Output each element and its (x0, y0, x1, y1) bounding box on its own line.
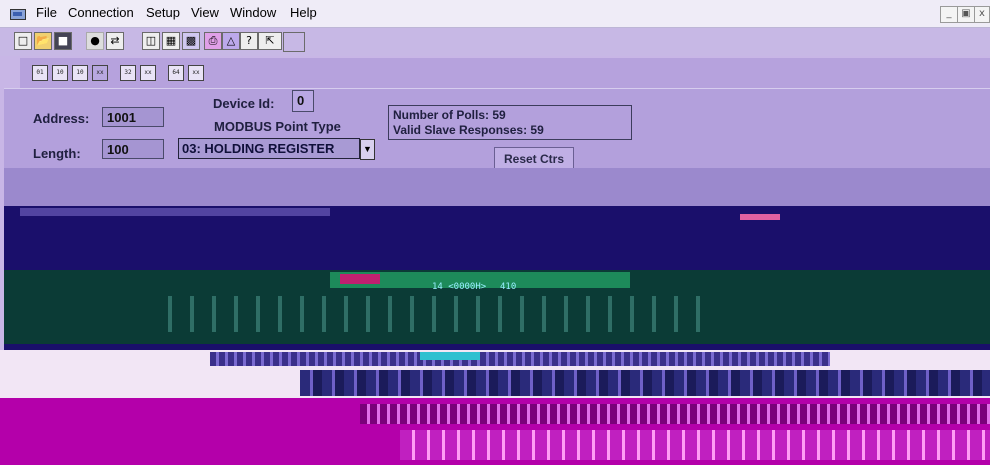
glitch-strip (20, 208, 330, 216)
menu-view[interactable]: View (191, 5, 219, 20)
glitch-strip (420, 352, 480, 360)
context-help-icon[interactable]: ⇱ (258, 32, 282, 50)
function-code-bar: 01 10 10 xx 32 xx 64 xx (20, 58, 990, 88)
length-label: Length: (33, 146, 81, 161)
help-icon[interactable]: ? (240, 32, 258, 50)
print-icon[interactable]: ⎙ (204, 32, 222, 50)
menu-setup[interactable]: Setup (146, 5, 180, 20)
poll-stats-box: Number of Polls: 59 Valid Slave Response… (388, 105, 632, 140)
app-icon[interactable] (10, 9, 26, 20)
glitch-strip (740, 214, 780, 220)
fc02-icon[interactable]: 10 (52, 65, 68, 81)
length-field[interactable]: 100 (102, 139, 164, 159)
fc16-icon[interactable]: xx (188, 65, 204, 81)
fc06-icon[interactable]: xx (140, 65, 156, 81)
save-icon[interactable]: ■ (54, 32, 72, 50)
menu-file[interactable]: File (36, 5, 57, 20)
data-fragment: 14 <0000H> (432, 282, 487, 292)
display-window-icon[interactable]: ◫ (142, 32, 160, 50)
chart-icon[interactable]: △ (222, 32, 240, 50)
point-type-label: MODBUS Point Type (214, 119, 341, 134)
minimize-button[interactable]: _ (940, 6, 958, 23)
glitch-strip (300, 370, 990, 396)
valid-responses: Valid Slave Responses: 59 (393, 123, 544, 137)
menu-window[interactable]: Window (230, 5, 276, 20)
glitch-strip (400, 430, 990, 460)
toolbar: □ 📂 ■ ● ⇄ ◫ ▦ ▩ ⎙ △ ? ⇱ (0, 28, 990, 56)
fc01-icon[interactable]: 01 (32, 65, 48, 81)
fc05-icon[interactable]: 32 (120, 65, 136, 81)
monitor-icon[interactable]: ▩ (182, 32, 200, 50)
glitch-strip (360, 404, 990, 424)
fc04-icon[interactable]: xx (92, 65, 108, 81)
point-type-select[interactable]: 03: HOLDING REGISTER (178, 138, 360, 159)
connect-icon[interactable]: ● (86, 32, 104, 50)
toolbar-spacer (283, 32, 305, 52)
number-of-polls: Number of Polls: 59 (393, 108, 506, 122)
menu-bar: File Connection Setup View Window Help _… (0, 0, 990, 28)
fc03-icon[interactable]: 10 (72, 65, 88, 81)
panel-footer (4, 168, 990, 206)
restore-button[interactable]: ▣ (957, 6, 975, 23)
address-label: Address: (33, 111, 90, 126)
glitch-strip (340, 274, 380, 284)
menu-help[interactable]: Help (290, 5, 317, 20)
device-id-field[interactable]: 0 (292, 90, 314, 112)
comm-traffic-icon[interactable]: ▦ (162, 32, 180, 50)
close-button[interactable]: x (974, 6, 990, 23)
address-field[interactable]: 1001 (102, 107, 164, 127)
data-fragment: 410 (500, 282, 517, 292)
device-id-label: Device Id: (213, 96, 275, 111)
glitch-strip (210, 352, 830, 366)
chevron-down-icon[interactable]: ▼ (360, 139, 375, 160)
menu-connection[interactable]: Connection (68, 5, 134, 20)
glitch-columns (150, 296, 710, 332)
disconnect-icon[interactable]: ⇄ (106, 32, 124, 50)
new-file-icon[interactable]: □ (14, 32, 32, 50)
fc15-icon[interactable]: 64 (168, 65, 184, 81)
open-folder-icon[interactable]: 📂 (34, 32, 52, 50)
